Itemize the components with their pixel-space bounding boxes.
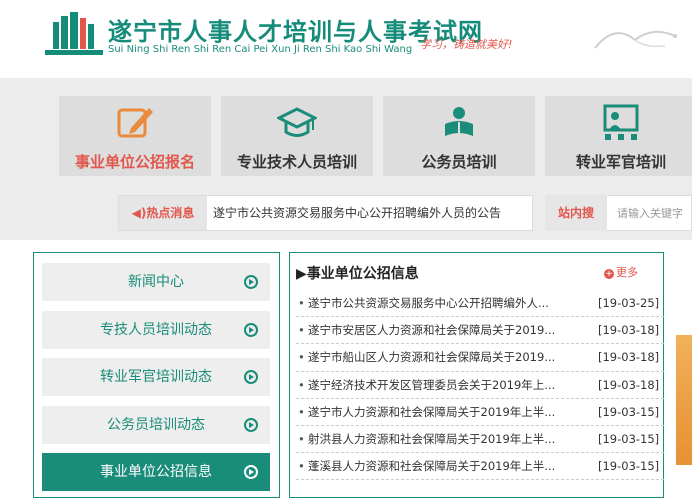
circle-arrow-icon <box>244 465 258 479</box>
edit-icon <box>117 108 153 138</box>
nav-card-professional-training[interactable]: 专业技术人员培训 <box>221 96 373 176</box>
teacher-board-icon <box>603 104 639 140</box>
side-menu: 新闻中心 专技人员培训动态 转业军官培训动态 公务员培训动态 事业单位公招信息 <box>33 252 280 498</box>
hot-news-bar: ◀)热点消息 遂宁市公共资源交易服务中心公开招聘编外人员的公告 <box>118 195 533 231</box>
bullet-icon: • <box>298 323 305 338</box>
news-item-title[interactable]: 遂宁市公共资源交易服务中心公开招聘编外人... <box>308 290 576 317</box>
news-panel-header: ▶事业单位公招信息 + 更多 <box>290 253 663 289</box>
side-menu-item-public-recruitment-info[interactable]: 事业单位公招信息 <box>42 453 270 491</box>
site-subtitle: Sui Ning Shi Ren Shi Ren Cai Pei Xun Ji … <box>108 44 413 55</box>
nav-band: 事业单位公招报名 专业技术人员培训 公务员培训 转业军官培训 ◀)热点消息 遂宁… <box>0 78 692 240</box>
site-header: 遂宁市人事人才培训与人事考试网 Sui Ning Shi Ren Shi Ren… <box>0 0 692 78</box>
menu-item-label: 专技人员培训动态 <box>100 322 212 338</box>
news-item-date: [19-03-15] <box>598 431 660 446</box>
hot-news-label: ◀)热点消息 <box>119 196 207 230</box>
nav-card-public-recruitment[interactable]: 事业单位公招报名 <box>59 96 211 176</box>
news-item-date: [19-03-18] <box>598 323 660 338</box>
slogan: 学习，铸造就美好! <box>420 38 513 51</box>
nav-card-label: 转业军官培训 <box>575 153 666 171</box>
news-item-title[interactable]: 射洪县人力资源和社会保障局关于2019年上半... <box>308 426 576 453</box>
news-item-date: [19-03-15] <box>598 459 660 474</box>
news-item-date: [19-03-18] <box>598 350 660 365</box>
bullet-icon: • <box>298 296 305 310</box>
bullet-icon: • <box>298 459 305 474</box>
circle-arrow-icon <box>244 418 258 432</box>
news-list-item[interactable]: • 蓬溪县人力资源和社会保障局关于2019年上半... [19-03-15] <box>296 453 664 481</box>
news-item-date: [19-03-15] <box>598 404 660 419</box>
news-list-item[interactable]: • 遂宁市船山区人力资源和社会保障局关于2019... [19-03-18] <box>296 344 664 372</box>
news-item-title[interactable]: 遂宁市人力资源和社会保障局关于2019年上半... <box>308 399 576 426</box>
news-item-title[interactable]: 遂宁市船山区人力资源和社会保障局关于2019... <box>308 344 576 371</box>
news-item-date: [19-03-18] <box>598 377 660 392</box>
menu-item-label: 转业军官培训动态 <box>100 369 212 385</box>
nav-card-label: 公务员培训 <box>421 153 497 171</box>
news-item-title[interactable]: 蓬溪县人力资源和社会保障局关于2019年上半... <box>308 453 576 480</box>
search-input[interactable] <box>607 195 692 231</box>
hot-news-label-text: 热点消息 <box>146 206 195 220</box>
news-panel-title: ▶事业单位公招信息 <box>296 266 419 282</box>
nav-card-civil-servant-training[interactable]: 公务员培训 <box>383 96 535 176</box>
side-decoration-banner <box>676 335 692 465</box>
news-list-item[interactable]: • 遂宁市安居区人力资源和社会保障局关于2019... [19-03-18] <box>296 317 664 345</box>
menu-item-label: 事业单位公招信息 <box>100 464 212 480</box>
side-menu-item-professional-training-news[interactable]: 专技人员培训动态 <box>42 311 270 349</box>
more-link-label: 更多 <box>616 266 638 279</box>
reader-icon <box>445 107 473 136</box>
side-menu-item-news-center[interactable]: 新闻中心 <box>42 263 270 301</box>
news-panel: ▶事业单位公招信息 + 更多 • 遂宁市公共资源交易服务中心公开招聘编外人... … <box>289 252 664 498</box>
news-item-title[interactable]: 遂宁市安居区人力资源和社会保障局关于2019... <box>308 317 576 344</box>
search-label: 站内搜 <box>545 195 607 231</box>
circle-arrow-icon <box>244 323 258 337</box>
nav-card-label: 事业单位公招报名 <box>74 153 195 171</box>
graduation-cap-icon <box>277 107 317 137</box>
speaker-icon: ◀) <box>131 206 147 220</box>
bullet-icon: • <box>298 431 305 446</box>
news-list-item[interactable]: • 遂宁市人力资源和社会保障局关于2019年上半... [19-03-15] <box>296 399 664 426</box>
bullet-icon: • <box>298 404 305 419</box>
news-list-item[interactable]: • 射洪县人力资源和社会保障局关于2019年上半... [19-03-15] <box>296 426 664 454</box>
hot-news-link[interactable]: 遂宁市公共资源交易服务中心公开招聘编外人员的公告 <box>213 196 501 230</box>
bird-decoration-icon <box>594 30 677 49</box>
menu-item-label: 公务员培训动态 <box>107 417 205 433</box>
circle-arrow-icon <box>244 370 258 384</box>
more-link[interactable]: + 更多 <box>604 264 638 280</box>
news-item-title[interactable]: 遂宁经济技术开发区管理委员会关于2019年上... <box>308 372 576 399</box>
bullet-icon: • <box>298 377 305 392</box>
news-list: • 遂宁市公共资源交易服务中心公开招聘编外人... [19-03-25] • 遂… <box>296 290 664 481</box>
news-list-item[interactable]: • 遂宁经济技术开发区管理委员会关于2019年上... [19-03-18] <box>296 372 664 399</box>
plus-circle-icon: + <box>604 269 614 279</box>
menu-item-label: 新闻中心 <box>128 274 184 290</box>
news-item-date: [19-03-25] <box>598 296 660 310</box>
news-list-item[interactable]: • 遂宁市公共资源交易服务中心公开招聘编外人... [19-03-25] <box>296 290 664 318</box>
nav-card-officer-training[interactable]: 转业军官培训 <box>545 96 692 176</box>
books-logo-icon[interactable] <box>45 12 103 56</box>
side-menu-item-officer-training-news[interactable]: 转业军官培训动态 <box>42 358 270 396</box>
circle-arrow-icon <box>244 275 258 289</box>
side-menu-item-civil-servant-news[interactable]: 公务员培训动态 <box>42 406 270 444</box>
nav-card-label: 专业技术人员培训 <box>236 153 357 171</box>
bullet-icon: • <box>298 350 305 365</box>
